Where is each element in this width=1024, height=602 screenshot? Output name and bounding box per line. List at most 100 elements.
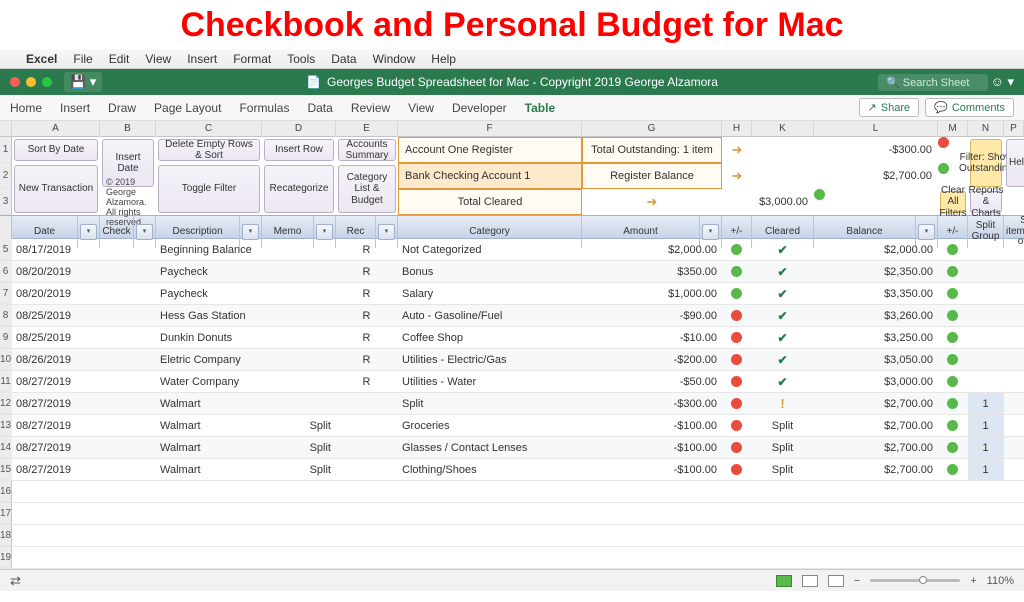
filter-show-outstanding-button[interactable]: Filter: Show Outstanding: [970, 139, 1002, 187]
row-number[interactable]: 7: [0, 283, 12, 304]
check-cell[interactable]: [100, 305, 156, 326]
help-button[interactable]: Help: [1006, 139, 1024, 187]
tab-draw[interactable]: Draw: [108, 101, 136, 115]
menu-excel[interactable]: Excel: [26, 52, 57, 66]
table-row[interactable]: 1508/27/2019WalmartSplitClothing/Shoes-$…: [0, 459, 1024, 481]
cleared-cell[interactable]: ✔: [752, 327, 814, 348]
cleared-cell[interactable]: ✔: [752, 371, 814, 392]
row-number[interactable]: 19: [0, 547, 12, 568]
table-row[interactable]: 1008/26/2019Eletric CompanyRUtilities - …: [0, 349, 1024, 371]
date-cell[interactable]: 08/20/2019: [12, 261, 100, 282]
view-page-break-icon[interactable]: [828, 575, 844, 587]
category-cell[interactable]: Glasses / Contact Lenses: [398, 437, 582, 458]
col-m[interactable]: M: [938, 121, 968, 137]
memo-cell[interactable]: Split: [262, 437, 336, 458]
category-cell[interactable]: Split: [398, 393, 582, 414]
check-cell[interactable]: [100, 283, 156, 304]
tab-formulas[interactable]: Formulas: [239, 101, 289, 115]
memo-cell[interactable]: [262, 305, 336, 326]
description-cell[interactable]: Paycheck: [156, 283, 262, 304]
table-row[interactable]: 608/20/2019PaycheckRBonus$350.00✔$2,350.…: [0, 261, 1024, 283]
date-cell[interactable]: 08/20/2019: [12, 283, 100, 304]
amount-cell[interactable]: -$100.00: [582, 459, 722, 480]
category-cell[interactable]: Clothing/Shoes: [398, 459, 582, 480]
filter-memo-icon[interactable]: ▾: [316, 224, 333, 240]
filter-amount-icon[interactable]: ▾: [702, 224, 719, 240]
menu-format[interactable]: Format: [233, 52, 271, 66]
memo-cell[interactable]: [262, 327, 336, 348]
col-e[interactable]: E: [336, 121, 398, 137]
insert-row-button[interactable]: Insert Row: [264, 139, 334, 161]
row-number[interactable]: 11: [0, 371, 12, 392]
amount-cell[interactable]: -$10.00: [582, 327, 722, 348]
amount-cell[interactable]: -$200.00: [582, 349, 722, 370]
empty-cell[interactable]: [12, 525, 1024, 546]
rec-cell[interactable]: [336, 415, 398, 436]
amount-cell[interactable]: -$100.00: [582, 437, 722, 458]
amount-cell[interactable]: $1,000.00: [582, 283, 722, 304]
date-cell[interactable]: 08/27/2019: [12, 459, 100, 480]
sheet-tab-scroll-icon[interactable]: ⇄: [10, 573, 21, 589]
row-num-2[interactable]: 2: [0, 163, 12, 189]
category-list-budget-button[interactable]: Category List & Budget: [338, 165, 396, 213]
description-cell[interactable]: Paycheck: [156, 261, 262, 282]
description-cell[interactable]: Walmart: [156, 415, 262, 436]
description-cell[interactable]: Dunkin Donuts: [156, 327, 262, 348]
tab-developer[interactable]: Developer: [452, 101, 507, 115]
empty-cell[interactable]: [12, 481, 1024, 502]
description-cell[interactable]: Walmart: [156, 459, 262, 480]
date-cell[interactable]: 08/25/2019: [12, 327, 100, 348]
memo-cell[interactable]: [262, 371, 336, 392]
rec-cell[interactable]: [336, 437, 398, 458]
check-cell[interactable]: [100, 459, 156, 480]
view-normal-icon[interactable]: [776, 575, 792, 587]
date-cell[interactable]: 08/26/2019: [12, 349, 100, 370]
amount-cell[interactable]: -$300.00: [582, 393, 722, 414]
zoom-slider[interactable]: [870, 579, 960, 582]
check-cell[interactable]: [100, 239, 156, 260]
new-transaction-button[interactable]: New Transaction: [14, 165, 98, 213]
tab-view[interactable]: View: [408, 101, 434, 115]
tab-page-layout[interactable]: Page Layout: [154, 101, 221, 115]
row-number[interactable]: 13: [0, 415, 12, 436]
date-cell[interactable]: 08/25/2019: [12, 305, 100, 326]
date-cell[interactable]: 08/27/2019: [12, 393, 100, 414]
rec-cell[interactable]: R: [336, 239, 398, 260]
close-window-icon[interactable]: [10, 77, 20, 87]
zoom-level[interactable]: 110%: [987, 575, 1014, 587]
row-number[interactable]: 8: [0, 305, 12, 326]
cleared-cell[interactable]: ✔: [752, 239, 814, 260]
maximize-window-icon[interactable]: [42, 77, 52, 87]
col-a[interactable]: A: [12, 121, 100, 137]
tab-data[interactable]: Data: [307, 101, 332, 115]
cleared-cell[interactable]: ✔: [752, 349, 814, 370]
minimize-window-icon[interactable]: [26, 77, 36, 87]
category-cell[interactable]: Coffee Shop: [398, 327, 582, 348]
col-h[interactable]: H: [722, 121, 752, 137]
memo-cell[interactable]: [262, 239, 336, 260]
row-num-1[interactable]: 1: [0, 137, 12, 163]
menu-view[interactable]: View: [145, 52, 171, 66]
description-cell[interactable]: Walmart: [156, 437, 262, 458]
col-l[interactable]: L: [814, 121, 938, 137]
check-cell[interactable]: [100, 415, 156, 436]
amount-cell[interactable]: -$50.00: [582, 371, 722, 392]
filter-description-icon[interactable]: ▾: [242, 224, 259, 240]
sort-by-date-button[interactable]: Sort By Date: [14, 139, 98, 161]
filter-rec-icon[interactable]: ▾: [378, 224, 395, 240]
menu-file[interactable]: File: [73, 52, 92, 66]
description-cell[interactable]: Hess Gas Station: [156, 305, 262, 326]
row-number[interactable]: 10: [0, 349, 12, 370]
cleared-cell[interactable]: ✔: [752, 261, 814, 282]
memo-cell[interactable]: [262, 349, 336, 370]
memo-cell[interactable]: [262, 393, 336, 414]
rec-cell[interactable]: R: [336, 371, 398, 392]
date-cell[interactable]: 08/27/2019: [12, 415, 100, 436]
row-number[interactable]: 14: [0, 437, 12, 458]
cleared-cell[interactable]: !: [752, 393, 814, 414]
cleared-cell[interactable]: Split: [752, 415, 814, 436]
row-number[interactable]: 9: [0, 327, 12, 348]
col-k[interactable]: K: [752, 121, 814, 137]
date-cell[interactable]: 08/17/2019: [12, 239, 100, 260]
col-n[interactable]: N: [968, 121, 1004, 137]
